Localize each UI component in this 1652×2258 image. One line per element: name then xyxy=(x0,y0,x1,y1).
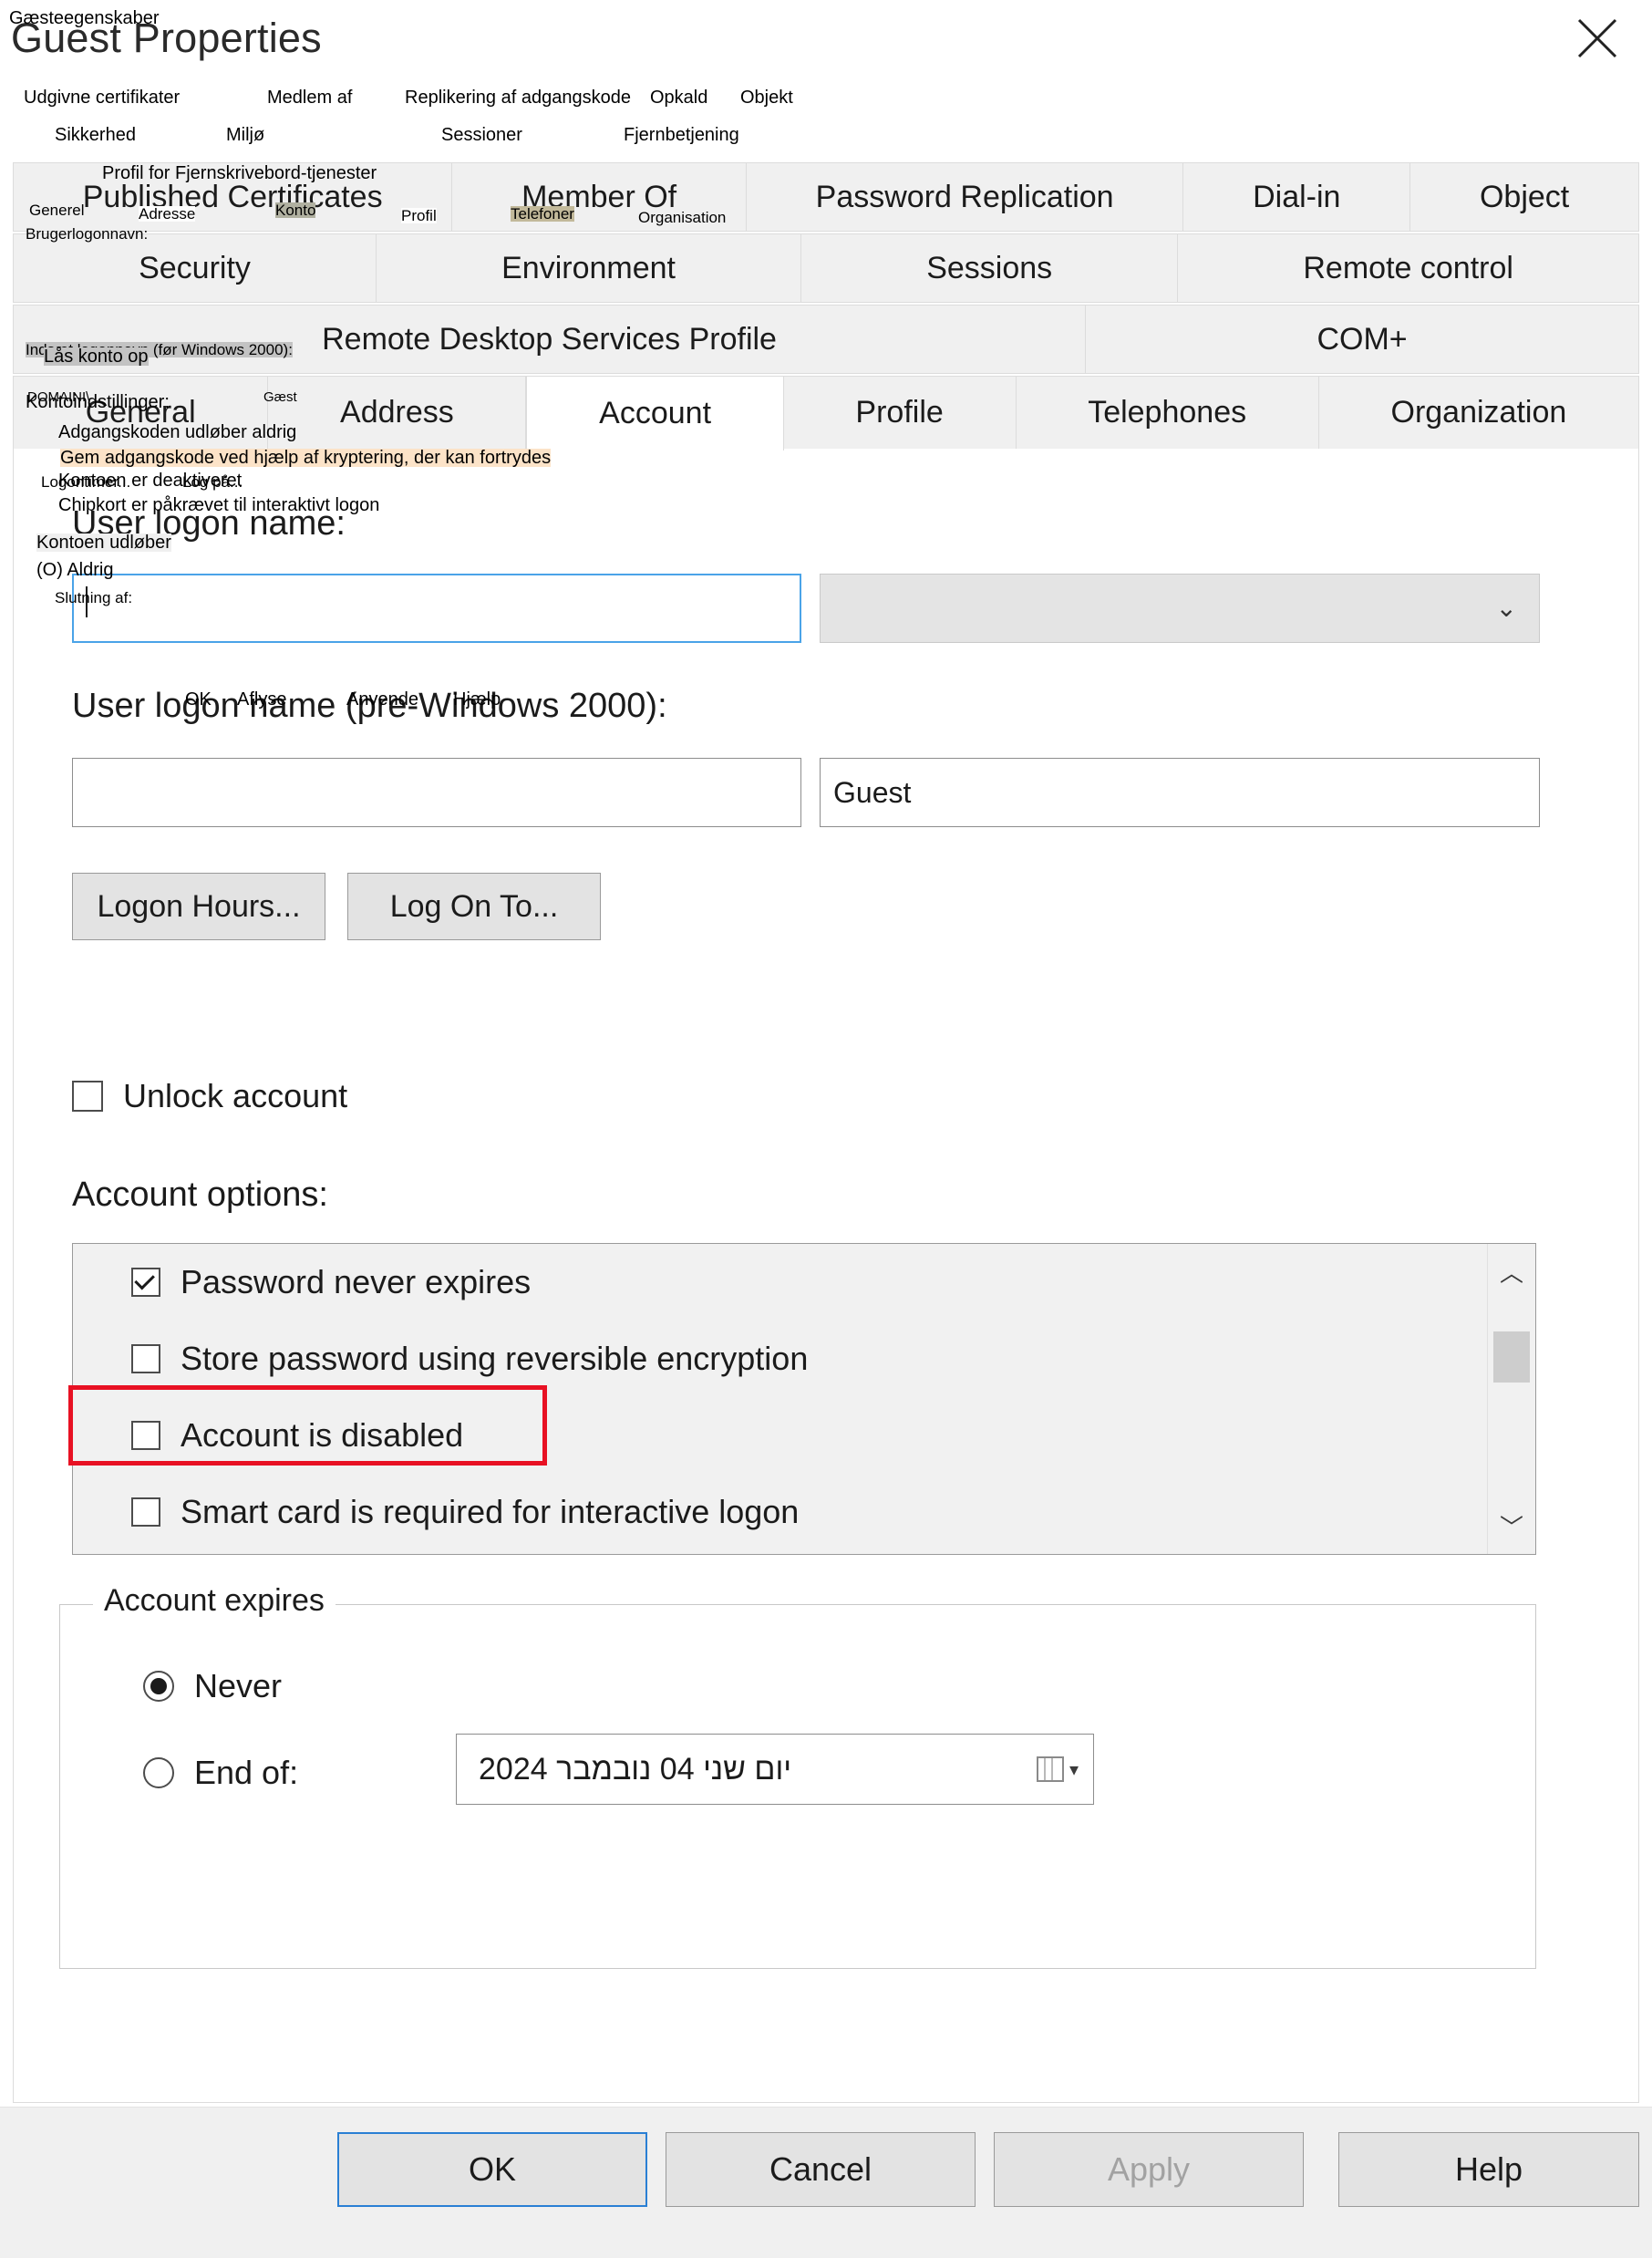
options-scrollbar[interactable]: ︿ ﹀ xyxy=(1487,1244,1535,1554)
tabstrip-row-3: Remote Desktop Services Profile COM+ xyxy=(13,305,1639,374)
account-expires-date-value: יום שני 04 נובמבר 2024 xyxy=(479,1751,792,1787)
chevron-down-icon[interactable]: ▾ xyxy=(1069,1758,1079,1781)
radio-end-of-row[interactable]: End of: xyxy=(143,1754,298,1792)
overlay-telephones: Telefoner xyxy=(511,205,574,223)
option-checkbox-smart-card-required[interactable] xyxy=(131,1497,160,1527)
overlay-rds-profile: Profil for Fjernskrivebord-tjenester xyxy=(102,163,377,183)
overlay-guest: Gæst xyxy=(263,389,297,405)
overlay-account-disabled: Kontoen er deaktiveret xyxy=(58,471,243,491)
ok-button[interactable]: OK xyxy=(337,2132,647,2207)
radio-never-row[interactable]: Never xyxy=(143,1667,282,1705)
tab-profile[interactable]: Profile xyxy=(783,377,1017,449)
overlay-never: (O) Aldrig xyxy=(36,560,114,580)
overlay-remote-control: Fjernbetjening xyxy=(624,125,739,145)
option-checkbox-account-is-disabled[interactable] xyxy=(131,1421,160,1450)
overlay-ok: OK xyxy=(185,689,212,710)
overlay-user-logon-name: Brugerlogonnavn: xyxy=(26,225,149,243)
overlay-profile: Profil xyxy=(401,207,437,224)
list-item[interactable]: Password never expires xyxy=(73,1244,1535,1321)
overlay-member-of: Medlem af xyxy=(267,88,353,108)
tab-environment[interactable]: Environment xyxy=(377,234,802,302)
tabstrip-row-2: Security Environment Sessions Remote con… xyxy=(13,233,1639,303)
pre-windows-2000-name-input[interactable]: Guest xyxy=(820,758,1540,827)
chevron-down-icon[interactable]: ﹀ xyxy=(1500,1498,1523,1554)
chevron-up-icon[interactable]: ︿ xyxy=(1500,1244,1523,1300)
option-checkbox-store-password-reversible[interactable] xyxy=(131,1344,160,1373)
account-expires-date-picker[interactable]: יום שני 04 נובמבר 2024 ▾ xyxy=(456,1734,1094,1805)
tab-address[interactable]: Address xyxy=(268,377,527,449)
chevron-down-icon: ⌄ xyxy=(1495,594,1517,622)
log-on-to-button[interactable]: Log On To... xyxy=(347,873,601,940)
unlock-account-checkbox[interactable] xyxy=(72,1081,103,1112)
overlay-unlock-account: Lås konto op xyxy=(44,347,149,367)
unlock-account-label: Unlock account xyxy=(123,1077,348,1114)
overlay-published-certificates: Udgivne certifikater xyxy=(24,88,181,108)
tab-telephones[interactable]: Telephones xyxy=(1016,377,1319,449)
logon-hours-button[interactable]: Logon Hours... xyxy=(72,873,325,940)
upn-suffix-dropdown[interactable]: ⌄ xyxy=(820,574,1540,643)
overlay-smartcard: Chipkort er påkrævet til interaktivt log… xyxy=(58,495,380,515)
overlay-password-replication: Replikering af adgangskode xyxy=(405,88,631,108)
apply-button: Apply xyxy=(994,2132,1304,2207)
tab-remote-control[interactable]: Remote control xyxy=(1178,234,1639,302)
overlay-object: Objekt xyxy=(740,88,793,108)
tab-organization[interactable]: Organization xyxy=(1318,377,1638,449)
overlay-security: Sikkerhed xyxy=(55,125,136,145)
list-item[interactable]: Account is disabled xyxy=(73,1397,1535,1474)
close-icon xyxy=(1574,15,1621,62)
overlay-help: Hjælp xyxy=(453,689,501,710)
overlay-password-never-expires: Adgangskoden udløber aldrig xyxy=(58,422,297,442)
option-label: Password never expires xyxy=(181,1263,532,1300)
account-options-label: Account options: xyxy=(72,1176,328,1214)
radio-end-of[interactable] xyxy=(143,1757,174,1788)
option-label: Store password using reversible encrypti… xyxy=(181,1340,809,1377)
radio-never[interactable] xyxy=(143,1671,174,1702)
close-button[interactable] xyxy=(1564,11,1630,66)
overlay-account: Konto xyxy=(275,202,316,219)
overlay-account-expires: Kontoen udløber xyxy=(36,533,171,553)
overlay-general: Generel xyxy=(29,202,85,219)
overlay-apply: Anvende xyxy=(346,689,418,710)
tab-com-plus[interactable]: COM+ xyxy=(1086,306,1638,373)
overlay-dial-in: Opkald xyxy=(650,88,708,108)
option-checkbox-password-never-expires[interactable] xyxy=(131,1268,160,1297)
cancel-button[interactable]: Cancel xyxy=(666,2132,976,2207)
user-logon-name-input[interactable] xyxy=(72,574,801,643)
unlock-account-checkbox-row[interactable]: Unlock account xyxy=(72,1077,347,1115)
overlay-environment: Miljø xyxy=(226,125,265,145)
scrollbar-thumb[interactable] xyxy=(1493,1331,1530,1383)
help-button[interactable]: Help xyxy=(1338,2132,1639,2207)
overlay-title: Gæsteegenskaber xyxy=(9,8,160,28)
tab-sessions[interactable]: Sessions xyxy=(801,234,1179,302)
radio-end-of-label: End of: xyxy=(194,1754,299,1791)
overlay-account-options: Kontoindstillinger: xyxy=(26,392,170,412)
option-label: Smart card is required for interactive l… xyxy=(181,1493,800,1530)
overlay-cancel: Aflyse xyxy=(237,689,287,710)
radio-never-label: Never xyxy=(194,1667,283,1704)
overlay-organization: Organisation xyxy=(638,209,727,226)
list-item[interactable]: Store password using reversible encrypti… xyxy=(73,1321,1535,1397)
calendar-icon[interactable] xyxy=(1036,1756,1064,1782)
pre-windows-2000-domain-input[interactable] xyxy=(72,758,801,827)
tab-security[interactable]: Security xyxy=(14,234,377,302)
account-expires-group-title: Account expires xyxy=(93,1583,336,1619)
tab-password-replication[interactable]: Password Replication xyxy=(746,163,1184,231)
overlay-store-password-reversible: Gem adgangskode ved hjælp af kryptering,… xyxy=(60,448,552,468)
account-options-list[interactable]: Password never expires Store password us… xyxy=(72,1243,1536,1555)
tab-remote-desktop-services-profile[interactable]: Remote Desktop Services Profile xyxy=(14,306,1087,373)
tab-account[interactable]: Account xyxy=(526,377,784,451)
overlay-address: Adresse xyxy=(139,205,196,223)
tab-object[interactable]: Object xyxy=(1410,163,1639,231)
tab-dial-in[interactable]: Dial-in xyxy=(1183,163,1411,231)
list-item[interactable]: Smart card is required for interactive l… xyxy=(73,1474,1535,1550)
overlay-sessions: Sessioner xyxy=(441,125,522,145)
option-label: Account is disabled xyxy=(181,1416,464,1454)
overlay-end-of: Slutning af: xyxy=(55,589,133,606)
